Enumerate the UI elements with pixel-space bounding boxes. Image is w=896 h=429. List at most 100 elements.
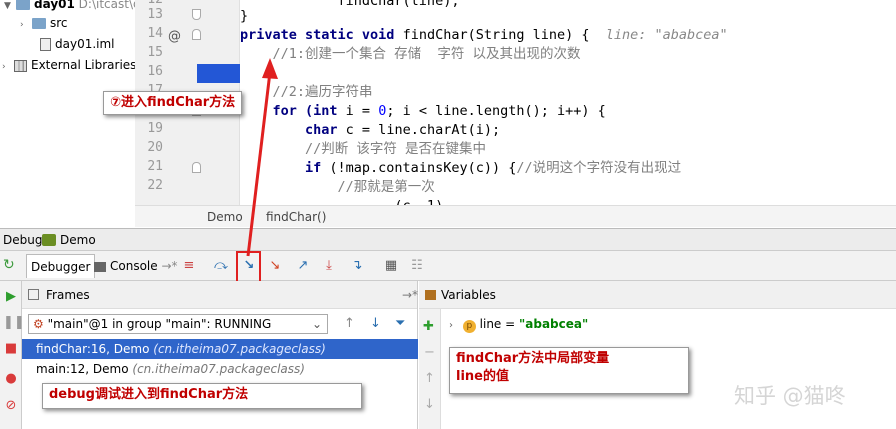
annotation-line: line的值 [456,369,509,384]
annotation-local-variable: findChar方法中局部变量 line的值 [449,347,689,394]
code-line: ...(c, 1) [240,197,443,205]
line-number: 16 [147,64,163,79]
tree-label: src [50,16,68,30]
pause-icon[interactable]: ❚❚ [3,315,25,331]
annotation-debug-into: debug调试进入到findChar方法 [42,383,362,409]
variables-title: Variables [441,288,496,302]
run-to-cursor-icon[interactable]: ↴ [348,257,366,275]
frames-title: Frames [46,288,90,302]
code-line: if (!map.containsKey(c)) {//说明这个字符没有出现过 [240,159,681,178]
iml-file-icon [40,38,51,51]
move-up-icon[interactable]: ↑ [424,371,435,386]
tab-console[interactable]: Console →* [90,254,182,278]
library-icon [14,59,27,72]
breadcrumb-method[interactable]: findChar() [266,206,326,228]
debug-toolbar: ↻ Debugger Console →* ≡ ⤼ ↘ ↘ ↗ ⤓ ↴ ▦ ☷ [0,251,896,281]
view-breakpoints-icon[interactable]: ● [3,371,19,387]
chevron-right-icon[interactable]: › [20,15,32,35]
fold-icon[interactable] [192,29,201,40]
frame-class: (cn.itheima07.packageclass) [153,342,326,356]
code-line: } [240,8,249,24]
folder-icon [32,18,46,29]
mute-breakpoints-icon[interactable]: ⊘ [3,398,19,414]
debug-toolwindow-header: Debug Demo [0,228,896,251]
thread-icon: ⚙ [33,317,44,331]
remove-watch-icon[interactable]: − [424,345,435,360]
code-comment: //说明这个字符没有出现过 [516,160,682,176]
code-keyword: for ( [240,103,314,119]
code-keyword: private static void [240,27,403,43]
variable-name: line [479,317,502,331]
breadcrumb-class[interactable]: Demo [207,206,243,228]
tab-debugger[interactable]: Debugger [26,254,96,278]
line-number: 20 [147,140,163,155]
line-number: 15 [147,45,163,60]
thread-select[interactable]: ⚙ "main"@1 in group "main": RUNNING ⌄ [28,314,328,334]
stop-icon[interactable]: ■ [3,341,19,357]
step-out-icon[interactable]: ↗ [294,257,312,275]
code-line-current: HashMap<Character, Integer> map = new Ha… [240,65,826,81]
code-comment: //判断 该字符 是否在键集中 [240,141,487,157]
tree-label: External Libraries [31,58,137,72]
line-number: 21 [147,159,163,174]
chevron-down-icon[interactable]: ▼ [4,0,16,16]
parameter-icon: p [462,320,476,333]
folder-icon [16,0,30,10]
code-keyword: char [240,122,338,138]
drop-frame-icon[interactable]: ⤓ [320,257,338,275]
code-text: c = line.charAt(i); [337,122,501,138]
evaluate-expression-icon[interactable]: ▦ [382,257,400,275]
trace-icon[interactable]: ☷ [408,257,426,275]
override-at-icon[interactable]: @ [168,29,181,44]
ide-window: ▼ day01 D:\itcast\d › src day01.iml › Exter… [0,0,896,429]
show-execution-point-icon[interactable]: ≡ [180,257,198,275]
variables-header: Variables [419,281,896,309]
code-comment: //1:创建一个集合 存储 字符 以及其出现的次数 [240,46,581,62]
code-keyword: int [313,103,338,119]
tree-item-day01[interactable]: ▼ day01 D:\itcast\d [4,0,141,14]
frames-header: Frames →* [22,281,418,309]
code-line: char c = line.charAt(i); [240,121,500,140]
tree-item-iml[interactable]: day01.iml [40,34,115,54]
code-text: i = [337,103,379,119]
frame-method: findChar:16, Demo [36,342,150,356]
debug-actions-bar: ▶ ❚❚ ■ ● ⊘ [0,281,25,429]
code-line: findChar(line); [240,0,460,9]
run-config-tab[interactable]: Demo [60,229,96,251]
chevron-right-icon[interactable]: › [2,57,14,77]
frames-icon [28,289,39,300]
chevron-right-icon[interactable]: › [449,320,453,331]
tree-item-external-libraries[interactable]: › External Libraries [2,55,136,75]
line-number: 22 [147,178,163,193]
watermark: 知乎 @猫咚 [734,384,846,408]
code-comment: //2:遍历字符串 [240,84,373,100]
thread-label: "main"@1 in group "main": RUNNING [47,317,272,331]
up-arrow-icon[interactable]: ↑ [344,316,355,331]
frame-class: (cn.itheima07.packageclass) [132,362,305,376]
new-watch-icon[interactable]: ✚ [423,319,434,334]
frame-row[interactable]: main:12, Demo (cn.itheima07.packageclass… [22,359,418,379]
line-number: 19 [147,121,163,136]
fold-icon[interactable] [192,162,201,173]
variable-eq: = [501,317,519,331]
force-step-into-icon[interactable]: ↘ [266,257,284,275]
resume-icon[interactable]: ▶ [3,289,19,305]
run-config-icon [42,234,56,246]
rerun-icon[interactable]: ↻ [3,257,19,273]
variable-value: "ababcea" [519,317,589,331]
fold-icon[interactable] [192,9,201,20]
down-arrow-icon[interactable]: ↓ [370,316,381,331]
debug-title: Debug [3,233,43,247]
step-over-icon[interactable]: ⤼ [212,257,230,275]
code-editor[interactable]: findChar(line); } private static void fi… [240,0,896,205]
tree-item-src[interactable]: › src [20,13,68,33]
pin-icon[interactable]: →* [158,259,177,273]
pin-icon[interactable]: →* [402,281,418,309]
filter-icon[interactable]: ⏷ [395,316,405,331]
frame-method: main:12, Demo [36,362,129,376]
move-down-icon[interactable]: ↓ [424,397,435,412]
tree-label: day01.iml [55,37,115,51]
frame-row-selected[interactable]: findChar:16, Demo (cn.itheima07.packagec… [22,339,418,359]
variable-row[interactable]: › p line = "ababcea" [449,314,588,334]
line-number: 14 [147,26,163,41]
